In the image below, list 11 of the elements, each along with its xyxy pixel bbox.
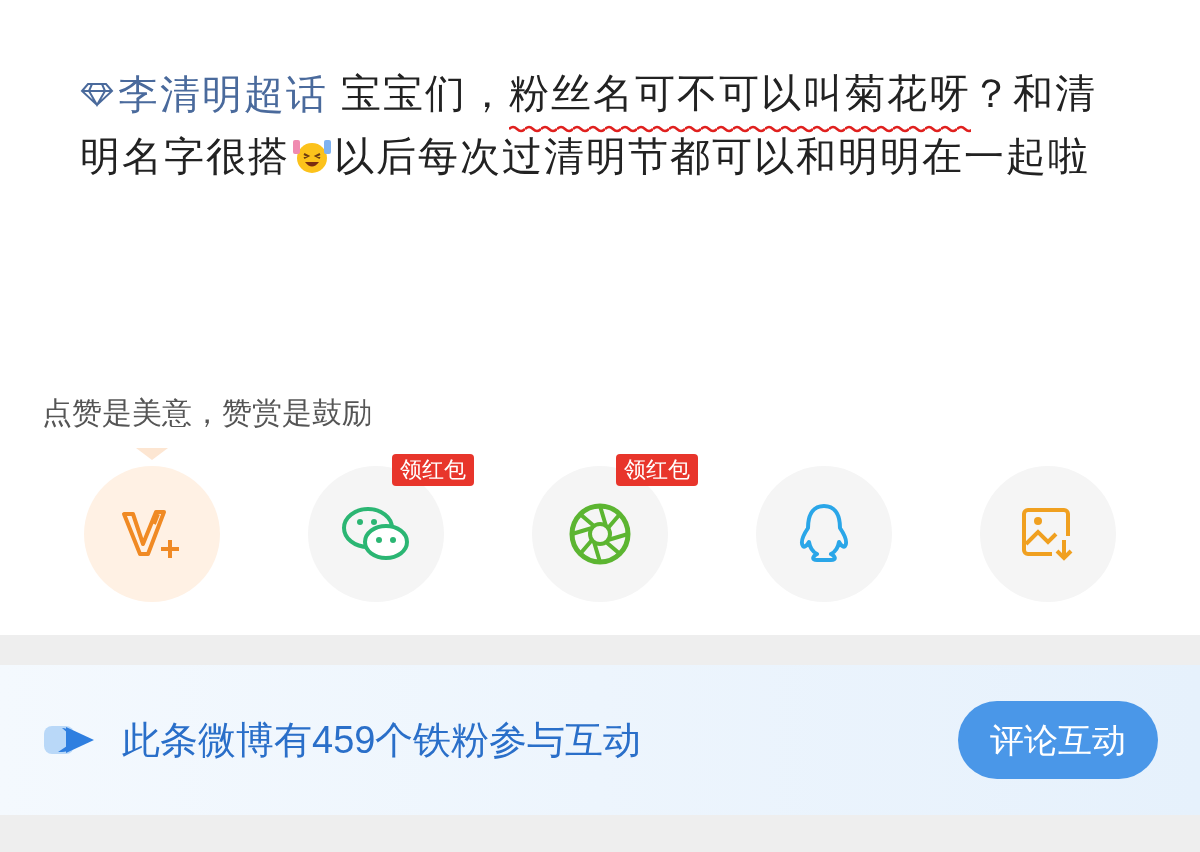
tip-pointer-icon [136, 448, 168, 460]
reward-tip: 点赞是美意，赞赏是鼓励 [41, 395, 372, 431]
comment-interact-button[interactable]: 评论互动 [958, 701, 1158, 779]
super-topic-link[interactable]: 李清明超话 [80, 63, 328, 125]
diamond-icon [80, 81, 114, 107]
post-text: 李清明超话 宝宝们，粉丝名可不可以叫菊花呀？和清明名字很搭 以后每次过清明节都可以和明明在一起啦 [80, 62, 1100, 187]
play-badge-icon [44, 724, 96, 756]
bonus-badge: 领红包 [616, 454, 698, 486]
fans-interaction-text: 此条微博有459个铁粉参与互动 [122, 717, 642, 763]
bonus-badge: 领红包 [392, 454, 474, 486]
aperture-icon [568, 502, 632, 566]
